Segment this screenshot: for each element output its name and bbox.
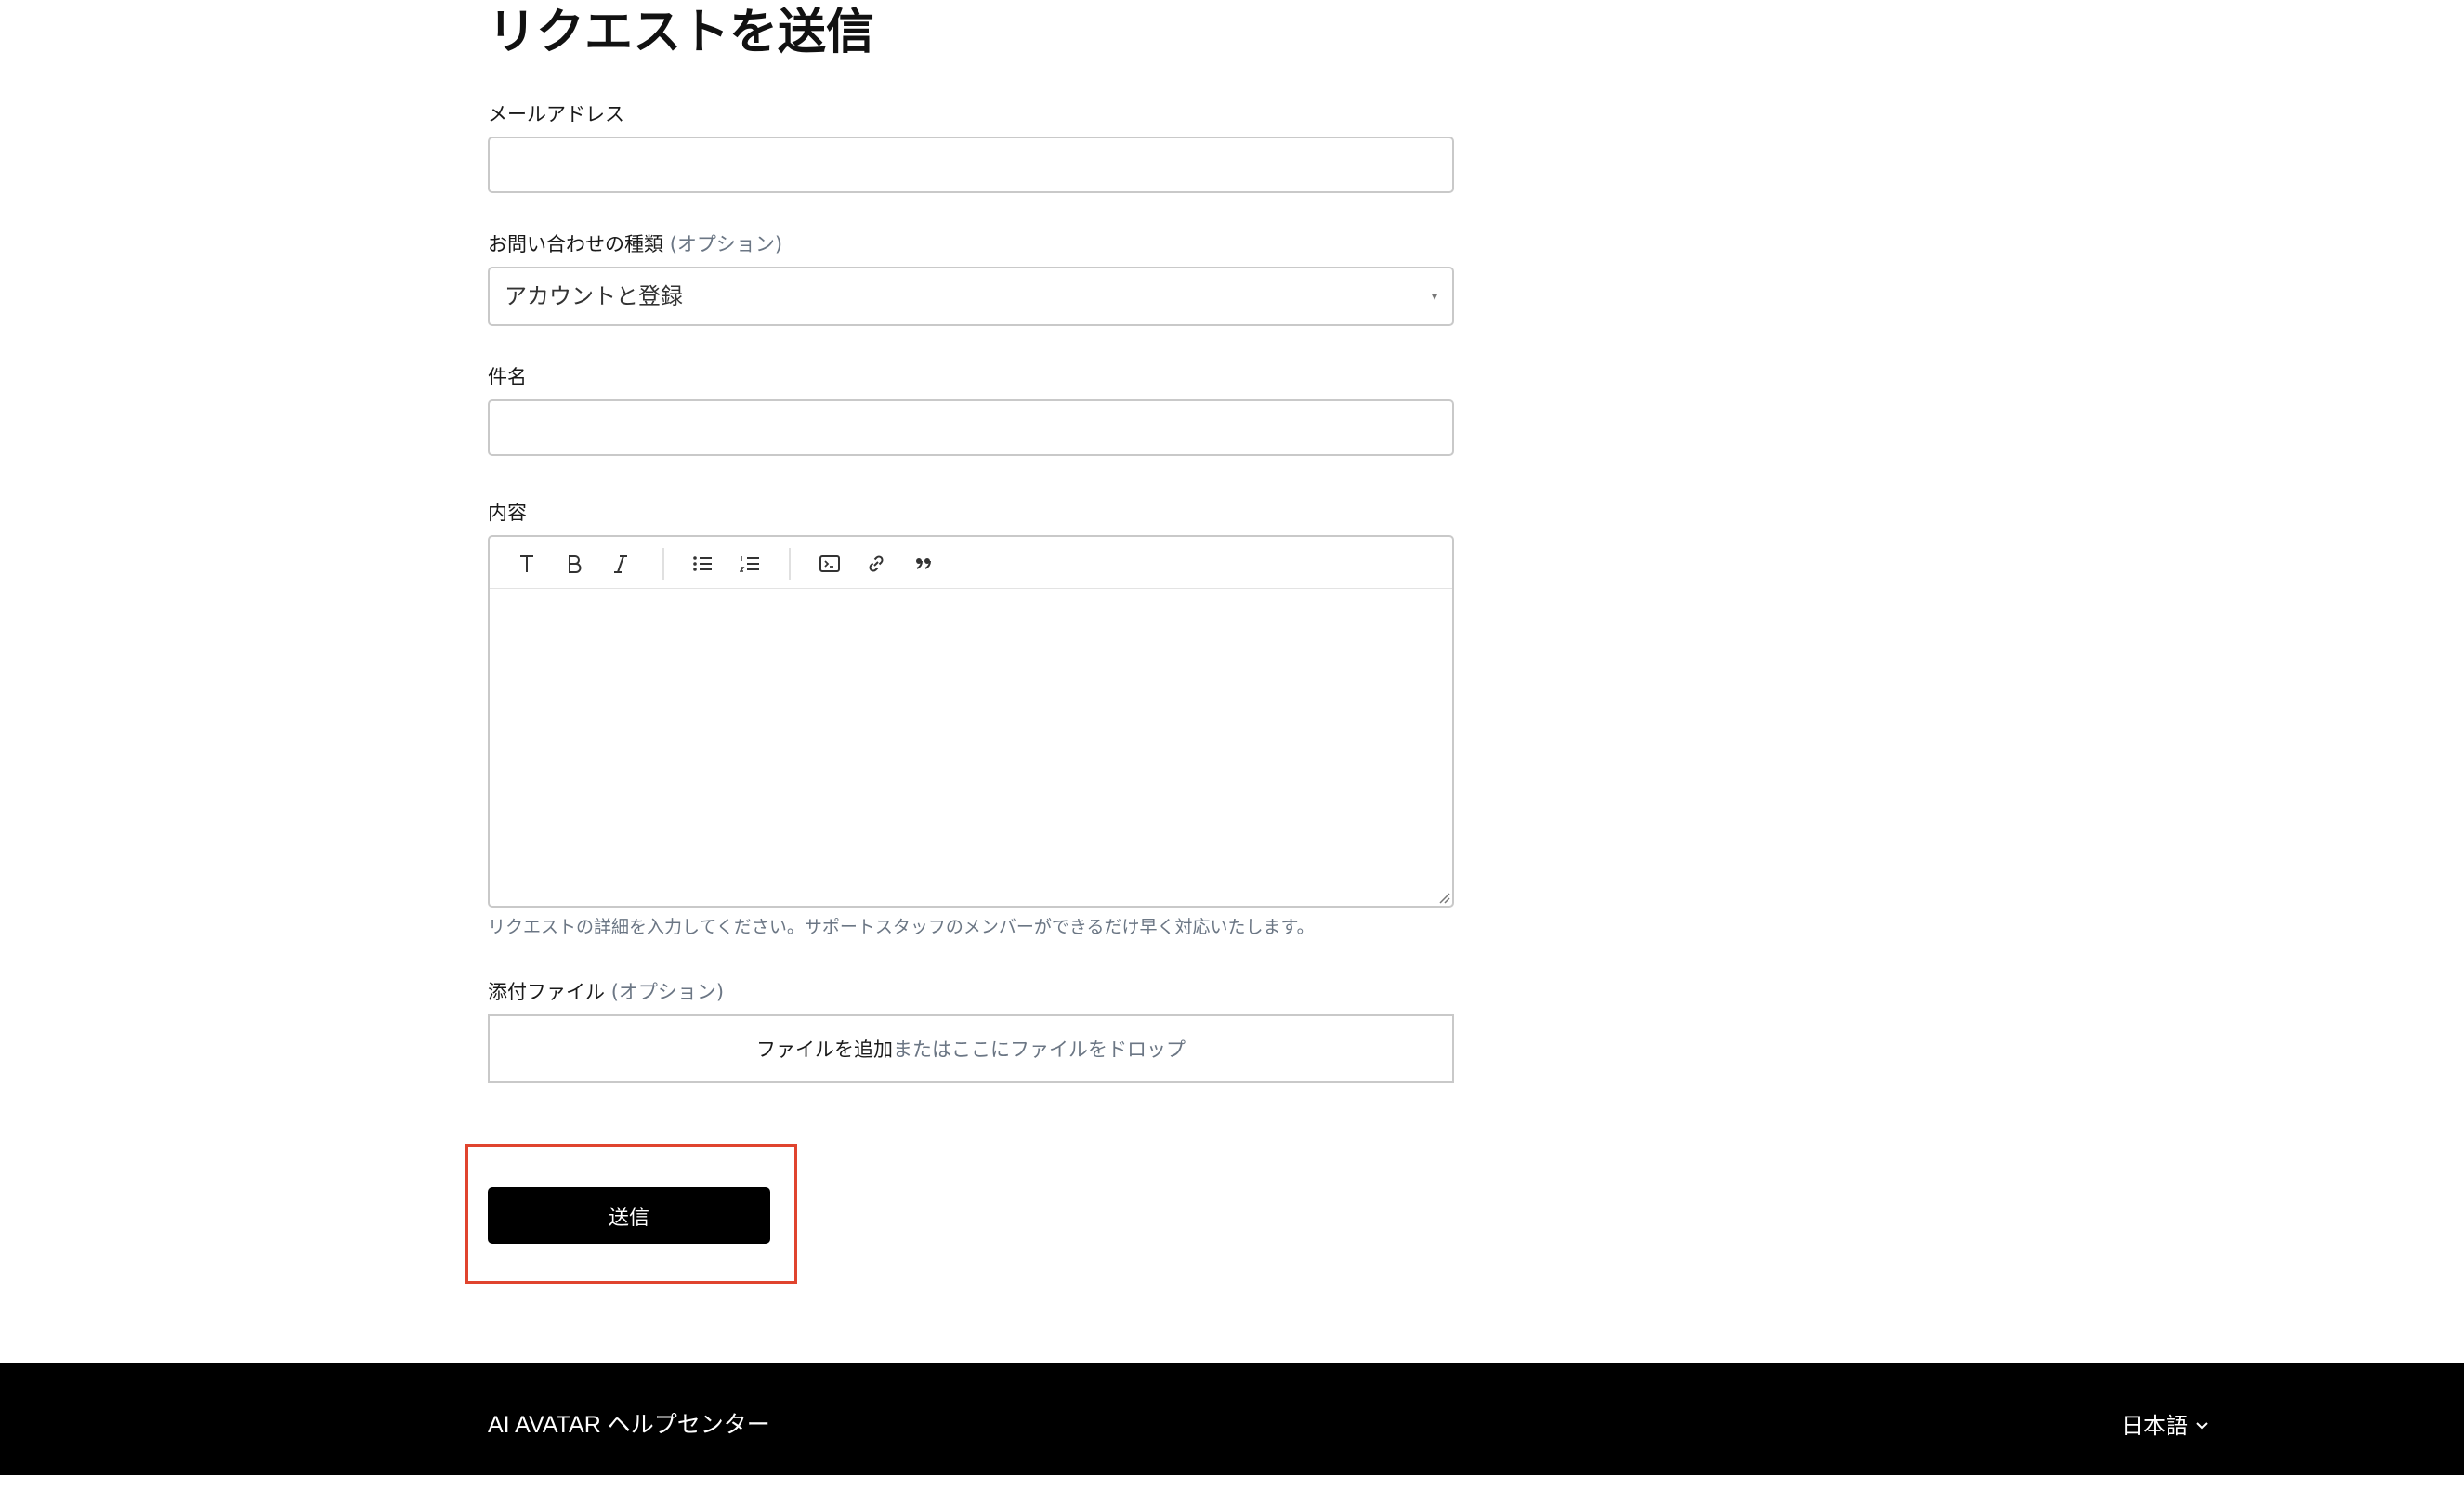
language-label: 日本語	[2121, 1413, 2188, 1439]
submit-button[interactable]: 送信	[488, 1187, 770, 1244]
toolbar-divider	[662, 548, 664, 580]
attachments-label: 添付ファイル (オプション)	[488, 978, 724, 1006]
caret-down-icon: ▾	[1431, 290, 1437, 303]
email-label: メールアドレス	[488, 103, 624, 125]
inquiry-type-label: お問い合わせの種類 (オプション)	[488, 230, 782, 258]
content-hint: リクエストの詳細を入力してください。サポートスタッフのメンバーができるだけ早く対…	[488, 917, 1315, 937]
file-dropzone[interactable]: ファイルを追加 またはここにファイルをドロップ	[488, 1014, 1454, 1083]
attachments-label-text: 添付ファイル	[488, 981, 605, 1003]
inquiry-type-label-text: お問い合わせの種類	[488, 233, 663, 255]
footer: AI AVATAR ヘルプセンター 日本語	[0, 1363, 2464, 1475]
drop-file-text: またはここにファイルをドロップ	[893, 1038, 1186, 1061]
editor-toolbar	[490, 537, 1452, 589]
numbered-list-icon[interactable]	[734, 548, 766, 580]
toolbar-divider	[789, 548, 791, 580]
footer-help-center-link[interactable]: AI AVATAR ヘルプセンター	[488, 1363, 770, 1487]
bullet-list-icon[interactable]	[687, 548, 718, 580]
inquiry-type-value: アカウントと登録	[505, 283, 683, 309]
add-file-link[interactable]: ファイルを追加	[756, 1035, 893, 1063]
optional-tag: (オプション)	[610, 981, 725, 1003]
email-field[interactable]	[488, 137, 1454, 193]
text-style-icon[interactable]	[511, 548, 543, 580]
content-label: 内容	[488, 502, 527, 524]
resize-handle-icon[interactable]	[1435, 889, 1450, 904]
bold-icon[interactable]	[558, 548, 590, 580]
language-selector[interactable]: 日本語	[2121, 1363, 2208, 1489]
content-editor[interactable]	[488, 535, 1454, 908]
subject-label: 件名	[488, 366, 527, 388]
page-title: リクエストを送信	[488, 5, 875, 60]
code-block-icon[interactable]	[814, 548, 845, 580]
subject-field[interactable]	[488, 399, 1454, 456]
link-icon[interactable]	[860, 548, 892, 580]
quote-icon[interactable]	[908, 548, 939, 580]
inquiry-type-select[interactable]: アカウントと登録 ▾	[488, 267, 1454, 326]
optional-tag: (オプション)	[669, 233, 783, 255]
chevron-down-icon	[2196, 1422, 2208, 1430]
italic-icon[interactable]	[605, 548, 636, 580]
